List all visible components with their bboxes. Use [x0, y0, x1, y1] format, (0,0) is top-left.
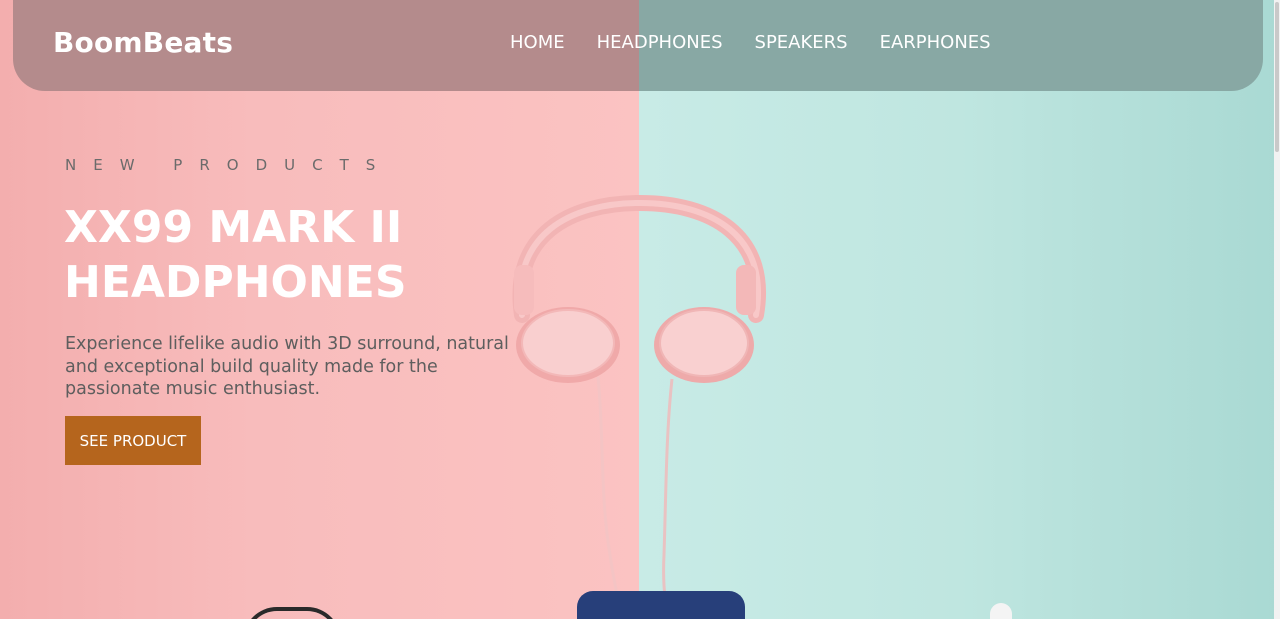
- nav-link-speakers[interactable]: SPEAKERS: [755, 32, 848, 54]
- brand-logo[interactable]: BoomBeats: [53, 26, 233, 59]
- nav-link-headphones[interactable]: HEADPHONES: [597, 32, 723, 54]
- nav-link-earphones[interactable]: EARPHONES: [880, 32, 991, 54]
- page: BoomBeats HOME HEADPHONES SPEAKERS EARPH…: [0, 0, 1280, 619]
- headphones-illustration: [512, 195, 766, 619]
- earbud-illustration: [990, 603, 1012, 619]
- main-nav: HOME HEADPHONES SPEAKERS EARPHONES: [510, 32, 991, 54]
- blue-speaker-illustration: [577, 591, 745, 619]
- scrollbar-thumb[interactable]: [1275, 2, 1279, 152]
- hero-description: Experience lifelike audio with 3D surrou…: [65, 334, 509, 399]
- page-scrollbar[interactable]: [1274, 0, 1280, 619]
- hero-eyebrow: NEW PRODUCTS: [65, 156, 393, 174]
- navbar: BoomBeats HOME HEADPHONES SPEAKERS EARPH…: [13, 0, 1263, 91]
- hero-title: XX99 MARK II HEADPHONES: [64, 202, 407, 308]
- nav-link-home[interactable]: HOME: [510, 32, 565, 54]
- see-product-button[interactable]: SEE PRODUCT: [65, 416, 201, 465]
